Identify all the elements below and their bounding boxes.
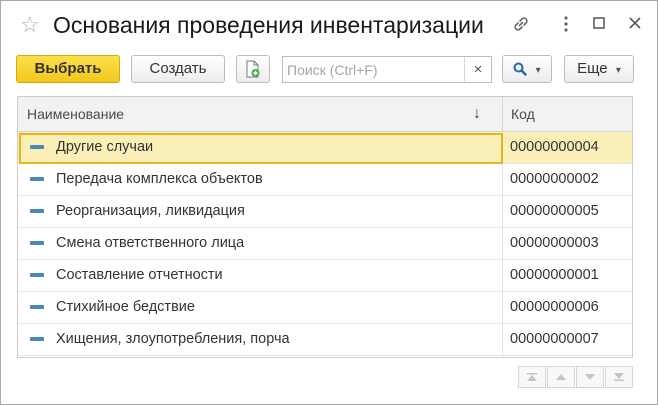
table-row[interactable]: Составление отчетности 00000000001 xyxy=(18,260,632,292)
row-name: Другие случаи xyxy=(56,139,154,155)
row-code: 00000000003 xyxy=(510,235,599,251)
dropdown-arrow-icon: ▾ xyxy=(535,65,541,76)
toolbar: Выбрать Создать × ▾ Еще ▾ xyxy=(1,53,657,89)
item-marker-icon xyxy=(30,337,44,341)
last-page-icon[interactable] xyxy=(605,366,633,388)
create-button[interactable]: Создать xyxy=(131,55,225,83)
row-name: Стихийное бедствие xyxy=(56,299,195,315)
item-marker-icon xyxy=(30,305,44,309)
first-page-icon[interactable] xyxy=(518,366,546,388)
maximize-icon[interactable] xyxy=(589,15,609,35)
column-divider xyxy=(502,260,503,292)
item-marker-icon xyxy=(30,273,44,277)
more-options-icon[interactable] xyxy=(556,15,576,35)
title-bar: ☆ Основания проведения инвентаризации xyxy=(1,1,657,51)
table-row[interactable]: Хищения, злоупотребления, порча 00000000… xyxy=(18,324,632,356)
table-row[interactable]: Смена ответственного лица 00000000003 xyxy=(18,228,632,260)
table-header: Наименование ↓ Код xyxy=(18,97,632,132)
table-row[interactable]: Передача комплекса объектов 00000000002 xyxy=(18,164,632,196)
list-navigation xyxy=(518,366,634,388)
row-code: 00000000006 xyxy=(510,299,599,315)
column-divider xyxy=(502,324,503,356)
item-marker-icon xyxy=(30,241,44,245)
sort-descending-icon[interactable]: ↓ xyxy=(473,97,481,131)
data-table: Наименование ↓ Код Другие случаи 0000000… xyxy=(17,96,633,358)
next-page-icon[interactable] xyxy=(576,366,604,388)
table-row[interactable]: Другие случаи 00000000004 xyxy=(18,132,632,164)
link-icon[interactable] xyxy=(511,15,531,35)
row-name: Хищения, злоупотребления, порча xyxy=(56,331,290,347)
table-row[interactable]: Реорганизация, ликвидация 00000000005 xyxy=(18,196,632,228)
search-input[interactable] xyxy=(283,57,467,82)
column-divider xyxy=(502,164,503,196)
row-name: Смена ответственного лица xyxy=(56,235,245,251)
prev-page-icon[interactable] xyxy=(547,366,575,388)
row-name: Составление отчетности xyxy=(56,267,223,283)
dropdown-arrow-icon: ▾ xyxy=(615,65,621,76)
select-button[interactable]: Выбрать xyxy=(16,55,120,83)
star-icon[interactable]: ☆ xyxy=(20,13,40,37)
item-marker-icon xyxy=(30,177,44,181)
row-code: 00000000004 xyxy=(510,139,599,155)
search-button[interactable]: ▾ xyxy=(502,55,552,83)
window-title: Основания проведения инвентаризации xyxy=(53,12,484,38)
add-document-icon xyxy=(245,60,261,82)
column-divider xyxy=(502,228,503,260)
row-code: 00000000002 xyxy=(510,171,599,187)
clear-search-button[interactable]: × xyxy=(464,57,491,82)
row-name: Передача комплекса объектов xyxy=(56,171,263,187)
window: ☆ Основания проведения инвентаризации Вы… xyxy=(0,0,658,405)
copy-button[interactable] xyxy=(236,55,270,83)
search-icon xyxy=(513,62,531,80)
search-box: × xyxy=(282,56,492,83)
column-divider xyxy=(502,292,503,324)
row-code: 00000000001 xyxy=(510,267,599,283)
column-divider xyxy=(502,97,503,131)
row-code: 00000000005 xyxy=(510,203,599,219)
row-name: Реорганизация, ликвидация xyxy=(56,203,245,219)
close-icon[interactable] xyxy=(625,15,645,35)
table-row[interactable]: Стихийное бедствие 00000000006 xyxy=(18,292,632,324)
more-button-label: Еще xyxy=(577,60,608,77)
column-header-code[interactable]: Код xyxy=(511,97,535,131)
column-header-name[interactable]: Наименование xyxy=(27,97,124,131)
more-button[interactable]: Еще ▾ xyxy=(564,55,634,83)
item-marker-icon xyxy=(30,145,44,149)
item-marker-icon xyxy=(30,209,44,213)
column-divider xyxy=(502,196,503,228)
row-code: 00000000007 xyxy=(510,331,599,347)
